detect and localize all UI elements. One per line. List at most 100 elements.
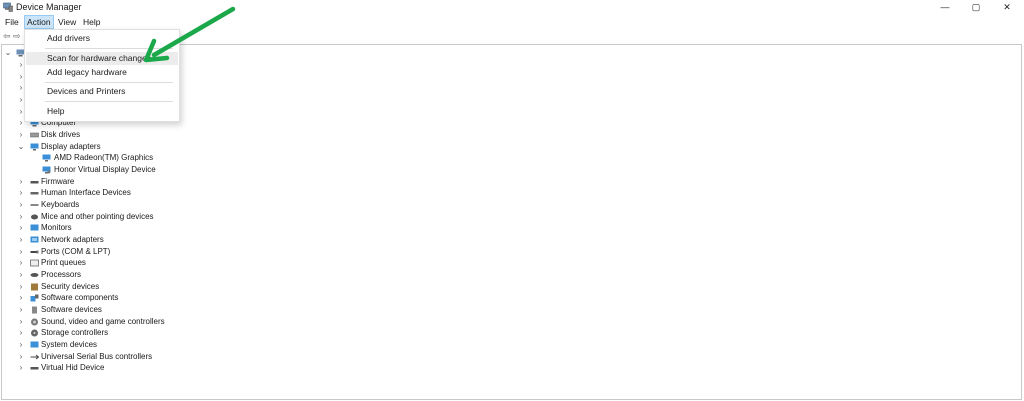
software-device-icon: [32, 306, 37, 314]
hid-icon: [30, 367, 39, 370]
tree-item-label: Storage controllers: [41, 328, 109, 337]
tree-item-keyboards[interactable]: › Keyboards: [17, 199, 317, 211]
tree-item-label: Print queues: [41, 258, 86, 267]
chevron-right-icon[interactable]: ›: [17, 316, 25, 328]
chevron-right-icon[interactable]: ›: [17, 304, 25, 316]
tree-item-label: Human Interface Devices: [41, 188, 131, 197]
keyboard-icon: [30, 204, 39, 206]
tree-item-software-devices[interactable]: › Software devices: [17, 304, 317, 316]
menu-file[interactable]: File: [3, 16, 21, 28]
chevron-right-icon[interactable]: ›: [17, 246, 25, 258]
chevron-right-icon[interactable]: ›: [17, 129, 25, 141]
tree-item-firmware[interactable]: › Firmware: [17, 176, 317, 188]
tree-root[interactable]: ⌄: [4, 47, 25, 59]
menu-help[interactable]: Help: [81, 16, 102, 28]
chevron-right-icon[interactable]: ›: [17, 327, 25, 339]
menu-action[interactable]: Action: [24, 15, 54, 29]
tree-item-label: Mice and other pointing devices: [41, 212, 154, 221]
window-title: Device Manager: [16, 2, 82, 12]
network-adapter-icon: [30, 236, 39, 243]
chevron-right-icon[interactable]: ›: [17, 362, 25, 374]
tree-item-print-queues[interactable]: › Print queues: [17, 257, 317, 269]
menu-item-help[interactable]: Help: [26, 105, 178, 118]
tree-item-virtual-hid[interactable]: › Virtual Hid Device: [17, 362, 317, 374]
chevron-right-icon[interactable]: ›: [17, 257, 25, 269]
tree-item-label: Keyboards: [41, 200, 80, 209]
display-adapter-icon: [30, 143, 39, 151]
tree-item-usb-controllers[interactable]: › Universal Serial Bus controllers: [17, 351, 317, 363]
menu-item-devices-printers[interactable]: Devices and Printers: [26, 85, 178, 98]
tree-item-network-adapters[interactable]: › Network adapters: [17, 234, 317, 246]
tree-item-label: Sound, video and game controllers: [41, 317, 165, 326]
menu-separator: [45, 82, 173, 83]
close-button[interactable]: ✕: [992, 0, 1022, 15]
processor-icon: [30, 273, 39, 277]
tree-item-label: Ports (COM & LPT): [41, 247, 111, 256]
tree-item-monitors[interactable]: › Monitors: [17, 222, 317, 234]
tree-item-label: Software devices: [41, 305, 102, 314]
tree-item-label: System devices: [41, 340, 98, 349]
tree-item-processors[interactable]: › Processors: [17, 269, 317, 281]
back-arrow-icon[interactable]: ⇦: [3, 31, 11, 42]
tree-item-display-adapters[interactable]: ⌄ Display adapters: [17, 141, 317, 153]
menu-view[interactable]: View: [56, 16, 78, 28]
display-adapter-icon: [42, 154, 51, 162]
chevron-down-icon[interactable]: ⌄: [17, 141, 25, 153]
usb-icon: [30, 354, 39, 360]
tree-item-label: Universal Serial Bus controllers: [41, 352, 153, 361]
menu-separator: [45, 101, 173, 102]
chevron-right-icon[interactable]: ›: [17, 199, 25, 211]
tree-item-label: Virtual Hid Device: [41, 363, 105, 372]
port-icon: [30, 250, 39, 254]
speaker-icon: [31, 318, 38, 326]
tree-item-software-components[interactable]: › Software components: [17, 292, 317, 304]
monitor-icon: [30, 224, 39, 231]
system-device-icon: [30, 341, 39, 348]
tree-item-honor-virtual-display[interactable]: Honor Virtual Display Device: [17, 164, 317, 176]
tree-item-system-devices[interactable]: › System devices: [17, 339, 317, 351]
chevron-down-icon[interactable]: ⌄: [4, 47, 12, 59]
disk-drive-icon: [30, 132, 39, 138]
security-device-icon: [31, 283, 38, 291]
tree-item-label: Firmware: [41, 177, 75, 186]
tree-item-amd-radeon[interactable]: AMD Radeon(TM) Graphics: [17, 152, 317, 164]
chevron-right-icon[interactable]: ›: [17, 176, 25, 188]
maximize-button[interactable]: ▢: [961, 0, 991, 15]
firmware-icon: [30, 181, 39, 184]
tree-item-hid[interactable]: › Human Interface Devices: [17, 187, 317, 199]
chevron-right-icon[interactable]: ›: [17, 281, 25, 293]
annotation-arrow-icon: [143, 6, 236, 63]
tree-item-label: Network adapters: [41, 235, 104, 244]
chevron-right-icon[interactable]: ›: [17, 269, 25, 281]
tree-item-label: Security devices: [41, 282, 100, 291]
tree-item-security-devices[interactable]: › Security devices: [17, 281, 317, 293]
chevron-right-icon[interactable]: ›: [17, 222, 25, 234]
minimize-button[interactable]: —: [930, 0, 960, 15]
forward-arrow-icon[interactable]: ⇨: [13, 31, 21, 42]
tree-item-mice[interactable]: › Mice and other pointing devices: [17, 211, 317, 223]
software-component-icon: [30, 294, 39, 302]
menu-item-add-legacy-hardware[interactable]: Add legacy hardware: [26, 66, 178, 79]
tree-item-label: Display adapters: [41, 142, 101, 151]
tree-item-label: Disk drives: [41, 130, 81, 139]
chevron-right-icon[interactable]: ›: [17, 211, 25, 223]
printer-icon: [30, 259, 39, 267]
tree-item-sound-video-game[interactable]: › Sound, video and game controllers: [17, 316, 317, 328]
chevron-right-icon[interactable]: ›: [17, 187, 25, 199]
tree-item-label: Software components: [41, 293, 119, 302]
tree-item-label: Processors: [41, 270, 82, 279]
chevron-right-icon[interactable]: ›: [17, 351, 25, 363]
storage-controller-icon: [31, 329, 38, 337]
tree-item-label: AMD Radeon(TM) Graphics: [54, 153, 154, 162]
tree-item-ports[interactable]: › Ports (COM & LPT): [17, 246, 317, 258]
hid-icon: [30, 192, 39, 195]
tree-item-label: Monitors: [41, 223, 72, 232]
mouse-icon: [31, 214, 38, 220]
chevron-right-icon[interactable]: ›: [17, 339, 25, 351]
tree-item-label: Honor Virtual Display Device: [54, 165, 156, 174]
device-manager-icon: [3, 2, 13, 12]
tree-item-storage-controllers[interactable]: › Storage controllers: [17, 327, 317, 339]
tree-item-disk-drives[interactable]: › Disk drives: [17, 129, 317, 141]
chevron-right-icon[interactable]: ›: [17, 234, 25, 246]
chevron-right-icon[interactable]: ›: [17, 292, 25, 304]
